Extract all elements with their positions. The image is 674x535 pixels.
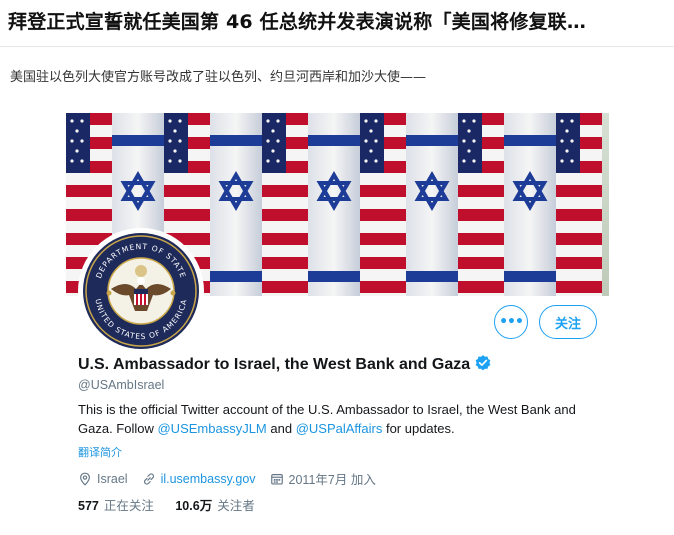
location-text: Israel [97, 471, 128, 486]
profile-website[interactable]: il.usembassy.gov [142, 472, 256, 486]
article-headline: 拜登正式宣誓就任美国第 46 任总统并发表演说称「美国将修复联… [8, 11, 587, 33]
profile-location: Israel [78, 472, 128, 486]
bio-mention-link[interactable]: @USEmbassyJLM [157, 421, 266, 436]
following-stat[interactable]: 577 正在关注 [78, 499, 154, 513]
profile-name-row: U.S. Ambassador to Israel, the West Bank… [78, 354, 492, 374]
followers-label: 关注者 [217, 499, 255, 513]
website-link[interactable]: il.usembassy.gov [161, 472, 256, 486]
profile-joined: 2011年7月 加入 [270, 469, 376, 488]
profile-bio: This is the official Twitter account of … [78, 400, 603, 438]
link-icon [143, 472, 154, 485]
twitter-profile-card: DEPARTMENT OF STATE UNITED STATES OF AME… [66, 113, 609, 523]
location-pin-icon [80, 472, 90, 486]
bio-mention-link[interactable]: @USPalAffairs [296, 421, 383, 436]
following-count: 577 [78, 499, 99, 513]
followers-stat[interactable]: 10.6万 关注者 [175, 499, 254, 513]
profile-avatar[interactable]: DEPARTMENT OF STATE UNITED STATES OF AME… [78, 228, 204, 354]
follow-button[interactable]: 关注 [539, 305, 597, 339]
article-intro: 美国驻以色列大使官方账号改成了驻以色列、约旦河西岸和加沙大使—— [10, 70, 427, 85]
following-label: 正在关注 [103, 499, 154, 513]
more-options-button[interactable]: ••• [494, 305, 528, 339]
joined-text: 2011年7月 加入 [288, 473, 376, 487]
calendar-icon [270, 473, 283, 485]
profile-stats: 577 正在关注 10.6万 关注者 [78, 495, 273, 514]
divider [0, 46, 674, 47]
profile-meta: Israel il.usembassy.gov 2011年7月 加入 [78, 469, 390, 488]
department-of-state-seal-icon: DEPARTMENT OF STATE UNITED STATES OF AME… [83, 233, 199, 349]
translate-bio-link[interactable]: 翻译简介 [78, 444, 122, 460]
followers-count: 10.6万 [175, 499, 213, 513]
bio-text: and [266, 421, 296, 436]
profile-handle: @USAmbIsrael [78, 378, 165, 392]
profile-display-name: U.S. Ambassador to Israel, the West Bank… [78, 356, 471, 373]
verified-badge-icon [475, 355, 491, 371]
bio-text: for updates. [382, 421, 455, 436]
